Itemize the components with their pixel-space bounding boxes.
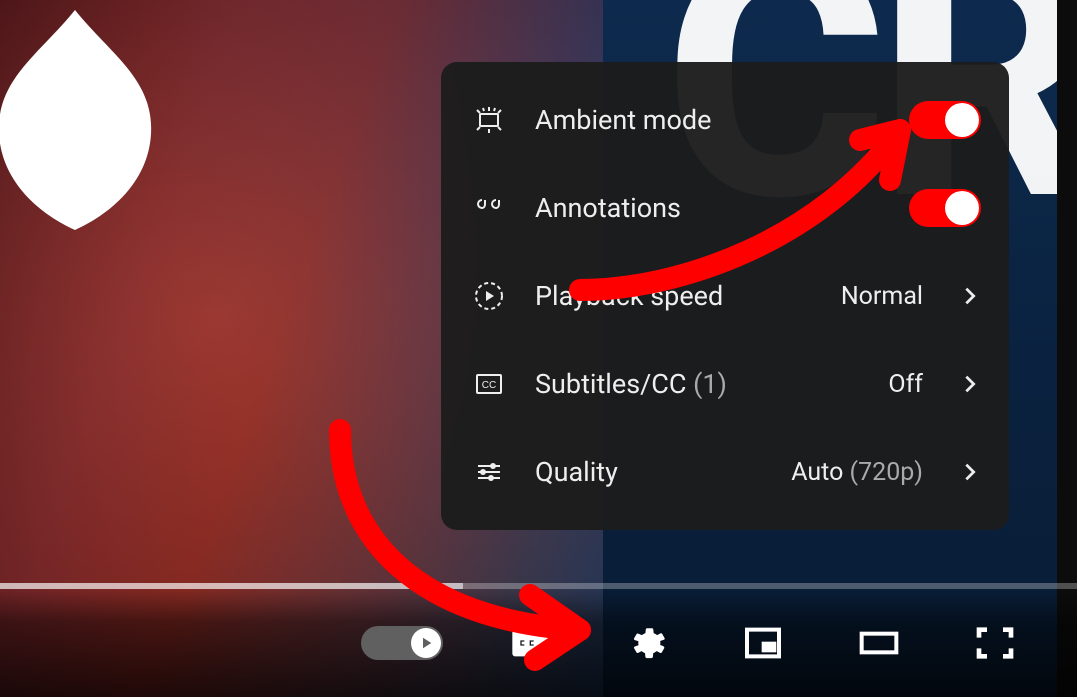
annotations-toggle[interactable] (909, 189, 981, 227)
quality-icon (469, 452, 509, 492)
theater-mode-button[interactable] (851, 615, 907, 671)
video-overlay-logo (0, 10, 160, 230)
ambient-mode-toggle[interactable] (909, 101, 981, 139)
annotations-icon (469, 188, 509, 228)
menu-item-value: Normal (841, 282, 923, 311)
ambient-mode-icon (469, 100, 509, 140)
playback-speed-icon (469, 276, 509, 316)
menu-item-subtitles[interactable]: CC Subtitles/CC (1) Off (441, 340, 1009, 428)
settings-button[interactable] (619, 615, 675, 671)
svg-text:CC: CC (482, 380, 496, 391)
player-controls (0, 589, 1077, 697)
menu-item-quality[interactable]: Quality Auto (720p) (441, 428, 1009, 516)
subtitles-icon: CC (469, 364, 509, 404)
menu-item-ambient-mode[interactable]: Ambient mode (441, 76, 1009, 164)
menu-item-annotations[interactable]: Annotations (441, 164, 1009, 252)
miniplayer-button[interactable] (735, 615, 791, 671)
fullscreen-button[interactable] (967, 615, 1023, 671)
chevron-right-icon (959, 461, 981, 483)
menu-item-value: Auto (720p) (791, 458, 923, 487)
menu-item-label: Annotations (535, 192, 883, 224)
menu-item-label: Quality (535, 456, 765, 488)
chevron-right-icon (959, 373, 981, 395)
menu-item-label: Playback speed (535, 280, 815, 312)
menu-item-value: Off (888, 370, 923, 399)
settings-menu: Ambient mode Annotations Playback speed … (441, 62, 1009, 530)
menu-item-label: Ambient mode (535, 104, 883, 136)
menu-item-label: Subtitles/CC (1) (535, 368, 862, 400)
chevron-right-icon (959, 285, 981, 307)
autoplay-toggle[interactable] (361, 626, 443, 660)
captions-button[interactable] (503, 615, 559, 671)
menu-item-playback-speed[interactable]: Playback speed Normal (441, 252, 1009, 340)
